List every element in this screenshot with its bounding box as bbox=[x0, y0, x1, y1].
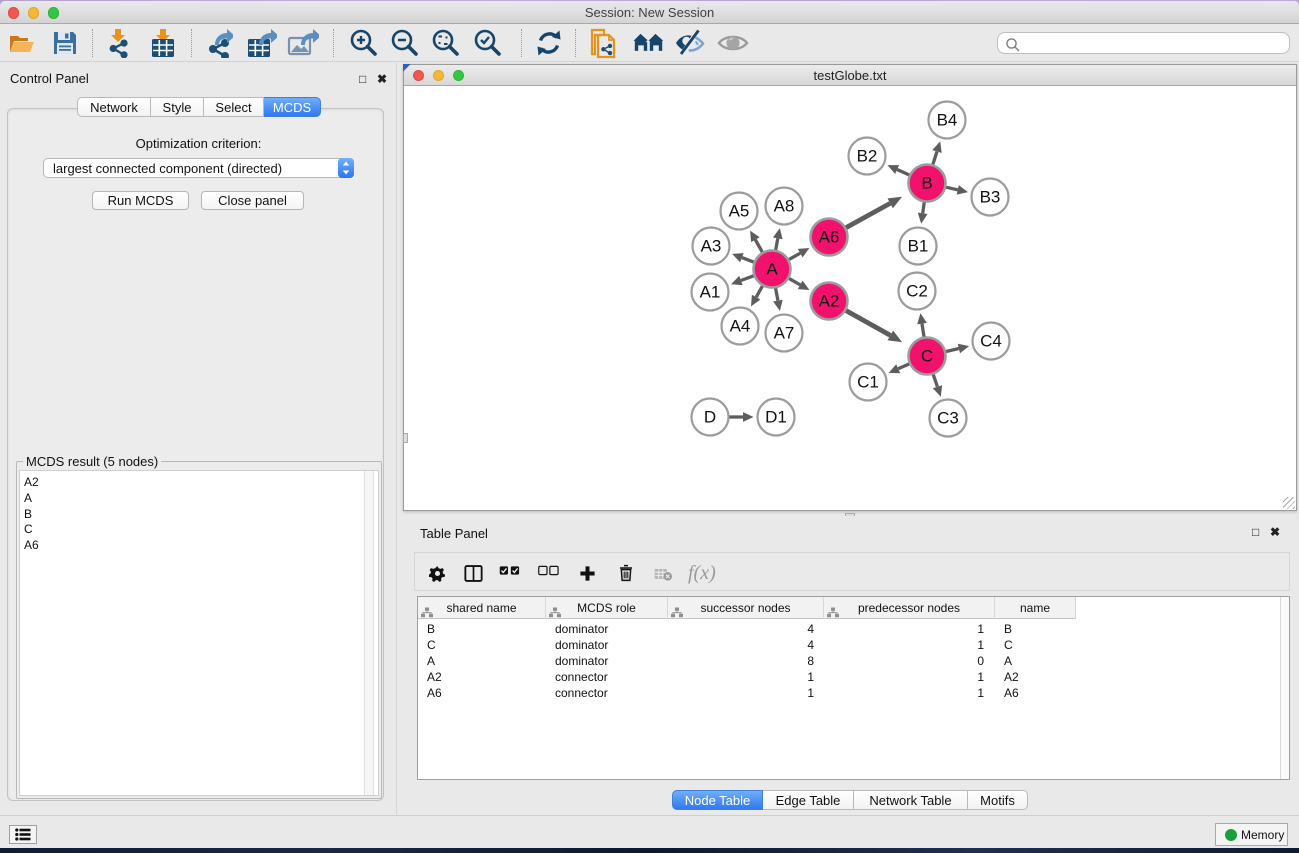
svg-text:C: C bbox=[921, 347, 933, 366]
svg-text:A: A bbox=[766, 260, 778, 279]
svg-text:A7: A7 bbox=[774, 324, 795, 343]
svg-text:B3: B3 bbox=[980, 188, 1001, 207]
svg-text:A8: A8 bbox=[774, 197, 795, 216]
svg-text:B1: B1 bbox=[908, 237, 929, 256]
svg-text:C4: C4 bbox=[980, 332, 1002, 351]
svg-text:A3: A3 bbox=[701, 237, 722, 256]
svg-text:A5: A5 bbox=[729, 202, 750, 221]
svg-text:A1: A1 bbox=[700, 283, 721, 302]
svg-text:B4: B4 bbox=[937, 111, 958, 130]
svg-text:C3: C3 bbox=[937, 409, 959, 428]
svg-text:D: D bbox=[704, 408, 716, 427]
svg-text:A6: A6 bbox=[819, 228, 840, 247]
svg-text:B2: B2 bbox=[857, 147, 878, 166]
svg-text:C1: C1 bbox=[857, 373, 879, 392]
svg-text:D1: D1 bbox=[765, 408, 787, 427]
svg-text:A4: A4 bbox=[730, 317, 751, 336]
svg-text:B: B bbox=[921, 174, 932, 193]
svg-text:C2: C2 bbox=[906, 282, 928, 301]
svg-text:A2: A2 bbox=[819, 292, 840, 311]
